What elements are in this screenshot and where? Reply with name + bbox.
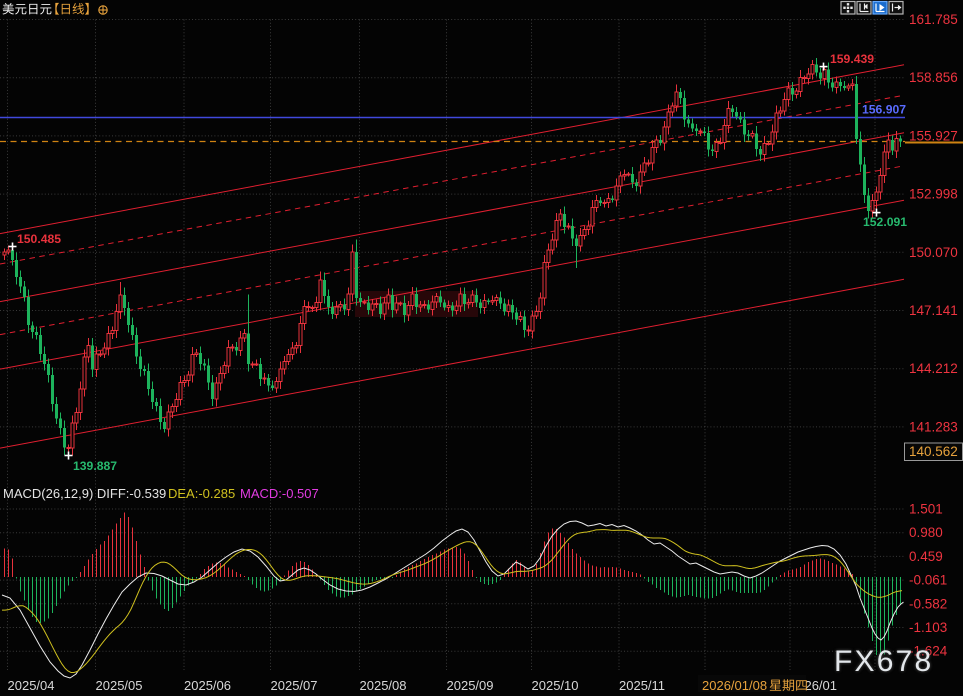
svg-text:152.998: 152.998 — [909, 187, 958, 202]
svg-text:155.927: 155.927 — [909, 128, 958, 143]
svg-text:FX678: FX678 — [834, 645, 933, 678]
svg-text:DEA:-0.285: DEA:-0.285 — [168, 486, 235, 501]
svg-text:152.091: 152.091 — [863, 215, 907, 229]
svg-text:-1.103: -1.103 — [909, 620, 947, 635]
svg-text:161.785: 161.785 — [909, 12, 958, 27]
svg-text:2025/09: 2025/09 — [447, 678, 494, 693]
svg-text:2025/07: 2025/07 — [271, 678, 318, 693]
svg-text:1.501: 1.501 — [909, 502, 943, 517]
svg-text:147.141: 147.141 — [909, 303, 958, 318]
svg-text:2025/05: 2025/05 — [96, 678, 143, 693]
svg-text:144.212: 144.212 — [909, 361, 958, 376]
svg-text:MACD:-0.507: MACD:-0.507 — [240, 486, 319, 501]
svg-text:141.283: 141.283 — [909, 419, 958, 434]
svg-text:-0.582: -0.582 — [909, 596, 947, 611]
svg-text:0.980: 0.980 — [909, 525, 943, 540]
svg-text:2025/04: 2025/04 — [8, 678, 55, 693]
svg-text:2025/10: 2025/10 — [532, 678, 579, 693]
svg-text:2025/08: 2025/08 — [360, 678, 407, 693]
svg-text:-0.061: -0.061 — [909, 573, 947, 588]
svg-text:MACD(26,12,9) DIFF:-0.539: MACD(26,12,9) DIFF:-0.539 — [3, 486, 166, 501]
svg-text:150.070: 150.070 — [909, 245, 958, 260]
svg-text:140.562: 140.562 — [909, 444, 958, 459]
svg-text:2025/06: 2025/06 — [184, 678, 231, 693]
svg-text:150.485: 150.485 — [17, 232, 61, 246]
svg-text:2026/01/08: 2026/01/08 — [702, 678, 767, 693]
svg-text:139.887: 139.887 — [73, 459, 117, 473]
svg-text:0.459: 0.459 — [909, 549, 943, 564]
svg-text:159.439: 159.439 — [830, 52, 874, 66]
svg-text:158.856: 158.856 — [909, 70, 958, 85]
svg-text:2025/11: 2025/11 — [619, 678, 665, 693]
svg-text:156.907: 156.907 — [862, 103, 906, 117]
